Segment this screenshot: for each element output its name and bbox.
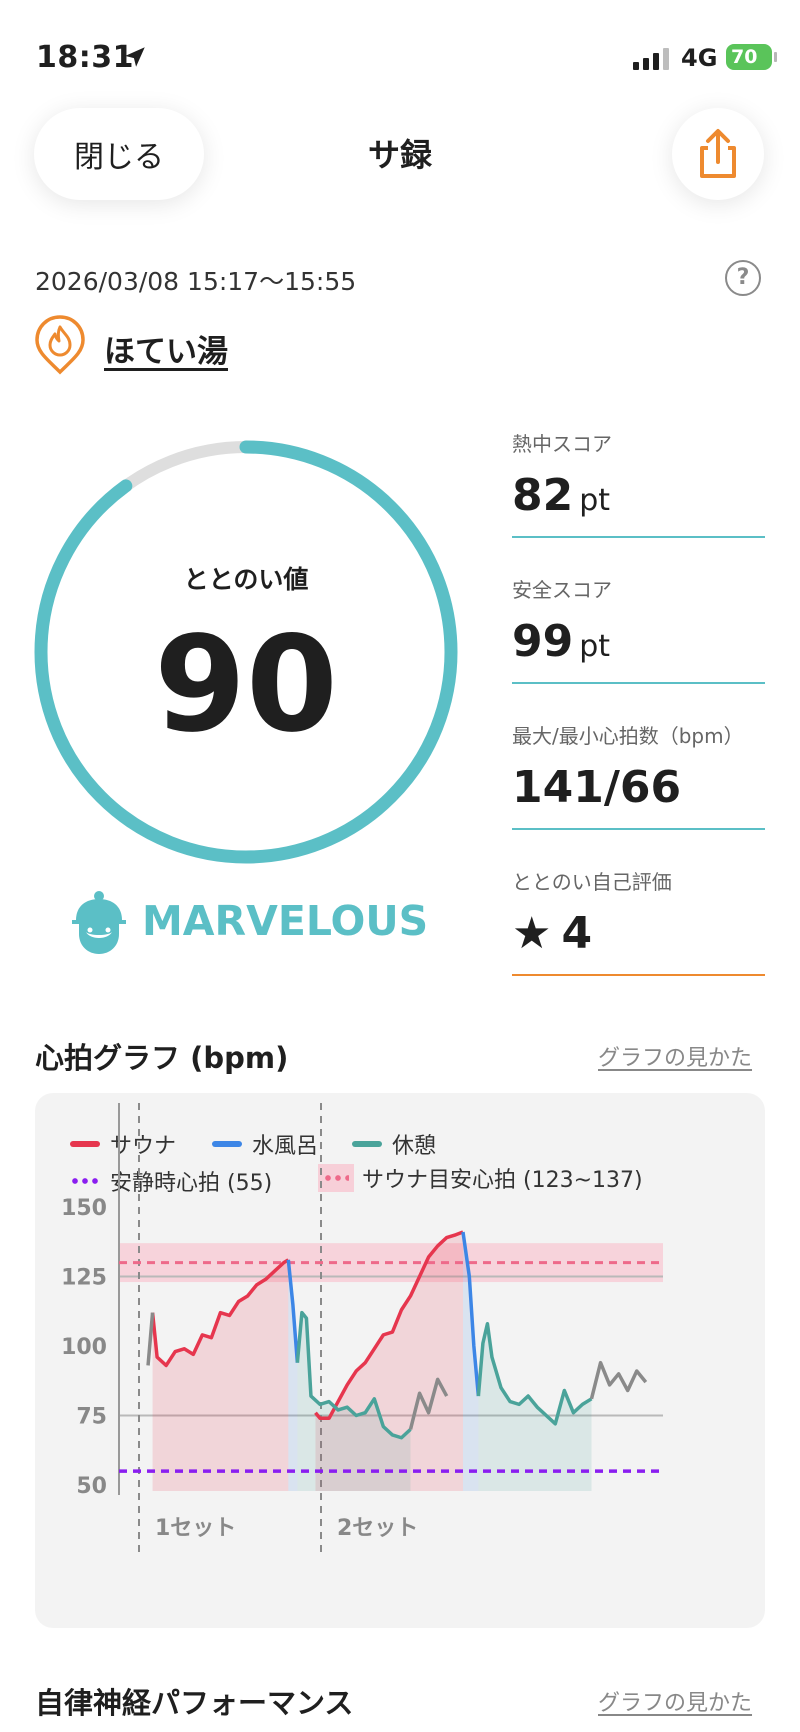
series-area xyxy=(152,1259,289,1491)
heart-rate-range-value: 141/66 xyxy=(512,762,682,813)
sauna-facility-icon xyxy=(35,315,85,375)
self-rating[interactable]: ととのい自己評価 ★ 4 xyxy=(512,866,765,976)
divider xyxy=(512,974,765,976)
help-icon[interactable]: ? xyxy=(725,260,761,296)
close-button[interactable]: 閉じる xyxy=(34,108,204,200)
self-rating-label: ととのい自己評価 xyxy=(512,870,672,894)
safety-score-value: 99 xyxy=(512,616,574,667)
y-tick-label: 50 xyxy=(76,1474,107,1499)
safety-score-unit: pt xyxy=(579,629,611,664)
heart-rate-chart: 50 75 100 125 150 1セット 2セット xyxy=(61,1103,663,1553)
y-tick-label: 75 xyxy=(76,1405,107,1430)
totonoi-value: 90 xyxy=(154,608,338,762)
divider xyxy=(512,536,765,538)
safety-score-label: 安全スコア xyxy=(512,578,612,602)
autonomic-guide-link[interactable]: グラフの見かた xyxy=(598,1685,752,1717)
set-label: 2セット xyxy=(337,1516,418,1541)
status-bar: 18:31 4G 70 xyxy=(0,0,800,110)
heart-graph-title: 心拍グラフ (bpm) xyxy=(35,1041,289,1075)
share-icon xyxy=(700,129,736,178)
heart-rate-range-label: 最大/最小心拍数（bpm） xyxy=(512,724,744,748)
battery-level: 70 xyxy=(731,46,758,68)
battery-icon: 70 xyxy=(726,44,777,70)
heat-score-label: 熱中スコア xyxy=(512,432,612,456)
page-title: サ録 xyxy=(367,136,432,174)
set-label: 1セット xyxy=(155,1516,236,1541)
heat-score: 熱中スコア 82 pt xyxy=(512,428,765,538)
network-type: 4G xyxy=(681,44,718,72)
y-tick-label: 125 xyxy=(61,1266,107,1291)
totonoi-label: ととのい値 xyxy=(183,565,309,594)
share-button[interactable] xyxy=(672,108,764,200)
y-tick-label: 150 xyxy=(61,1196,107,1221)
rank-mascot-icon xyxy=(72,891,126,954)
self-rating-value: 4 xyxy=(561,908,593,959)
safety-score: 安全スコア 99 pt xyxy=(512,574,765,684)
divider xyxy=(512,828,765,830)
autonomic-title: 自律神経パフォーマンス xyxy=(35,1686,354,1720)
heart-graph-guide-link[interactable]: グラフの見かた xyxy=(598,1040,752,1072)
signal-icon xyxy=(633,48,669,70)
status-time: 18:31 xyxy=(36,40,134,75)
star-icon: ★ xyxy=(512,908,552,959)
series-area xyxy=(478,1323,592,1491)
heat-score-value: 82 xyxy=(512,470,574,521)
heat-score-unit: pt xyxy=(579,483,611,518)
y-tick-label: 100 xyxy=(61,1335,107,1360)
location-arrow-icon xyxy=(125,47,145,67)
series-line xyxy=(589,1360,648,1400)
heart-rate-range: 最大/最小心拍数（bpm） 141/66 xyxy=(512,720,765,830)
divider xyxy=(512,682,765,684)
series-line xyxy=(146,1312,155,1366)
rank-label: MARVELOUS xyxy=(142,897,429,945)
session-datetime: 2026/03/08 15:17〜15:55 xyxy=(35,267,357,296)
facility-link[interactable]: ほてい湯 xyxy=(104,326,228,371)
